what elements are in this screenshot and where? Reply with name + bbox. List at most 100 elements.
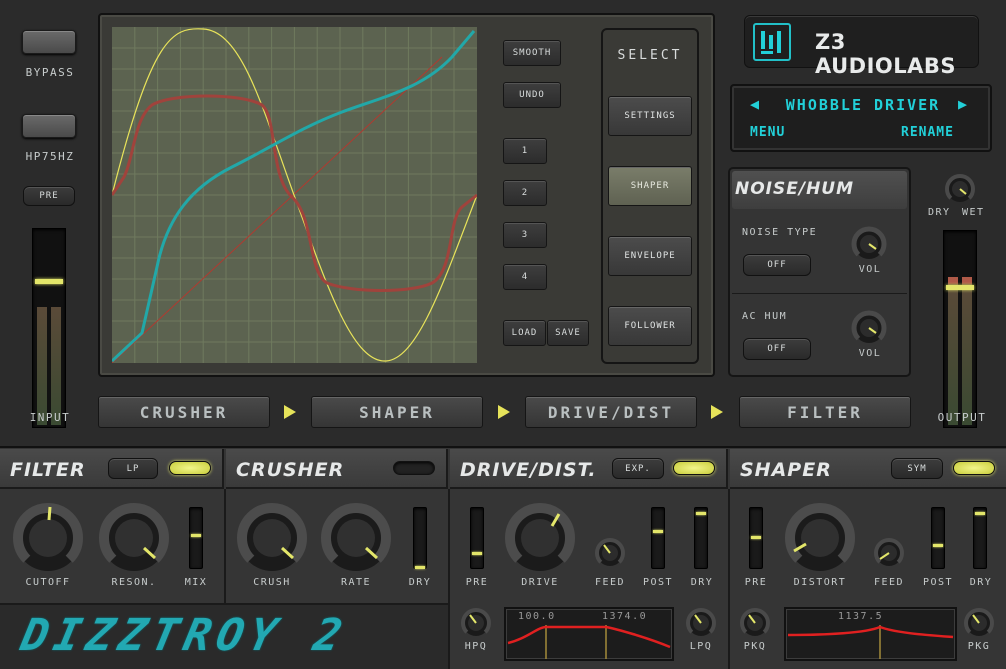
pkq-knob[interactable]: [739, 607, 771, 639]
preset-3-button[interactable]: 3: [503, 222, 547, 248]
hp75hz-label: HP75HZ: [25, 150, 75, 163]
drive-feed-knob[interactable]: [594, 537, 626, 569]
fader-handle[interactable]: [191, 534, 201, 537]
curve-graph-svg[interactable]: [110, 27, 478, 364]
undo-button[interactable]: UNDO: [503, 82, 561, 108]
lpq-knob-svg[interactable]: [685, 607, 717, 639]
lpq-knob[interactable]: [685, 607, 717, 639]
pkg-knob-svg[interactable]: [963, 607, 995, 639]
resonance-knob-svg[interactable]: [98, 502, 170, 574]
envelope-button[interactable]: ENVELOPE: [608, 236, 692, 276]
drive-mode-button[interactable]: EXP.: [612, 458, 664, 479]
output-meter[interactable]: [943, 230, 977, 428]
ac-hum-select[interactable]: OFF: [743, 338, 811, 360]
hp75hz-button[interactable]: [22, 114, 76, 138]
shaper-feed-knob-svg[interactable]: [873, 537, 905, 569]
drive-knob[interactable]: [504, 502, 576, 574]
noise-vol-label: VOL: [858, 264, 882, 275]
rename-link[interactable]: RENAME: [901, 125, 954, 140]
chain-drive-button[interactable]: DRIVE/DIST: [525, 396, 697, 428]
hum-vol-knob[interactable]: [851, 310, 887, 346]
fader-handle[interactable]: [415, 566, 425, 569]
noise-vol-knob[interactable]: [851, 226, 887, 262]
fader-handle[interactable]: [975, 512, 985, 515]
fader-handle[interactable]: [933, 544, 943, 547]
drive-enable-led[interactable]: [673, 461, 715, 475]
curve-graph[interactable]: [110, 27, 478, 364]
shaper-mode-button[interactable]: SYM: [891, 458, 943, 479]
hpq-knob[interactable]: [460, 607, 492, 639]
crush-knob-svg[interactable]: [236, 502, 308, 574]
smooth-button[interactable]: SMOOTH: [503, 40, 561, 66]
drive-pre-fader[interactable]: [470, 507, 484, 569]
save-button[interactable]: SAVE: [547, 320, 589, 346]
preset-4-button[interactable]: 4: [503, 264, 547, 290]
pre-button[interactable]: PRE: [23, 186, 75, 206]
fader-handle[interactable]: [751, 536, 761, 539]
chain-arrow-icon: [284, 405, 296, 419]
fader-handle[interactable]: [653, 530, 663, 533]
input-meter-bar-left: [37, 307, 47, 425]
input-fader-handle[interactable]: [35, 279, 63, 284]
preset-display: [730, 84, 992, 152]
rate-knob-svg[interactable]: [320, 502, 392, 574]
drive-label: DRIVE: [521, 577, 559, 588]
lpq-label: LPQ: [689, 641, 713, 652]
chain-filter-button[interactable]: FILTER: [739, 396, 911, 428]
dry-wet-knob-svg[interactable]: [944, 173, 976, 205]
settings-button[interactable]: SETTINGS: [608, 96, 692, 136]
drive-knob-svg[interactable]: [504, 502, 576, 574]
hpq-knob-svg[interactable]: [460, 607, 492, 639]
shaper-feed-knob[interactable]: [873, 537, 905, 569]
crush-knob[interactable]: [236, 502, 308, 574]
shaper-pre-fader[interactable]: [749, 507, 763, 569]
resonance-knob[interactable]: [98, 502, 170, 574]
crusher-dry-fader[interactable]: [413, 507, 427, 569]
bypass-button[interactable]: [22, 30, 76, 54]
ac-hum-label: AC HUM: [742, 311, 788, 322]
noise-type-select[interactable]: OFF: [743, 254, 811, 276]
input-meter[interactable]: [32, 228, 66, 428]
output-fader-handle[interactable]: [946, 285, 974, 290]
chain-crusher-button[interactable]: CRUSHER: [98, 396, 270, 428]
shaper-eq-display[interactable]: 1137.5: [784, 607, 957, 661]
drive-feed-knob-svg[interactable]: [594, 537, 626, 569]
pkq-knob-svg[interactable]: [739, 607, 771, 639]
fader-handle[interactable]: [696, 512, 706, 515]
drive-post-fader[interactable]: [651, 507, 665, 569]
shaper-select-button[interactable]: SHAPER: [608, 166, 692, 206]
hum-vol-knob-svg[interactable]: [851, 310, 887, 346]
cutoff-knob-svg[interactable]: [12, 502, 84, 574]
preset-1-button[interactable]: 1: [503, 138, 547, 164]
preset-2-button[interactable]: 2: [503, 180, 547, 206]
preset-next-icon[interactable]: ▶: [958, 95, 967, 113]
shaper-post-fader[interactable]: [931, 507, 945, 569]
follower-button[interactable]: FOLLOWER: [608, 306, 692, 346]
fader-handle[interactable]: [472, 552, 482, 555]
brand-badge: Z3 AUDIOLABS: [744, 15, 979, 78]
distort-knob[interactable]: [784, 502, 856, 574]
brand-logo-icon: [753, 23, 791, 61]
noise-vol-knob-svg[interactable]: [851, 226, 887, 262]
filter-mix-fader[interactable]: [189, 507, 203, 569]
filter-enable-led[interactable]: [169, 461, 211, 475]
menu-link[interactable]: MENU: [750, 125, 785, 140]
rate-knob[interactable]: [320, 502, 392, 574]
load-button[interactable]: LOAD: [503, 320, 546, 346]
distort-knob-svg[interactable]: [784, 502, 856, 574]
crusher-enable-led[interactable]: [393, 461, 435, 475]
pkg-knob[interactable]: [963, 607, 995, 639]
dry-wet-knob[interactable]: [944, 173, 976, 205]
shaper-post-label: POST: [922, 577, 954, 588]
chain-shaper-button[interactable]: SHAPER: [311, 396, 483, 428]
shaper-enable-led[interactable]: [953, 461, 995, 475]
drive-dry-fader[interactable]: [694, 507, 708, 569]
cutoff-knob[interactable]: [12, 502, 84, 574]
filter-mode-button[interactable]: LP: [108, 458, 158, 479]
shaper-dry-fader[interactable]: [973, 507, 987, 569]
drive-eq-low-value: 100.0: [518, 611, 556, 622]
drive-pre-label: PRE: [465, 577, 489, 588]
preset-name[interactable]: WHOBBLE DRIVER: [773, 96, 953, 114]
drive-eq-display[interactable]: 100.0 1374.0: [504, 607, 674, 661]
preset-prev-icon[interactable]: ◀: [750, 95, 759, 113]
